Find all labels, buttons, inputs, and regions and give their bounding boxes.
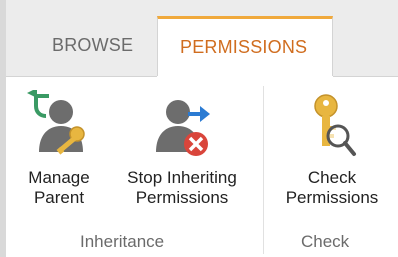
tab-permissions[interactable]: PERMISSIONS [157, 16, 333, 77]
check-permissions-button[interactable]: Check Permissions [272, 90, 392, 208]
manage-parent-button[interactable]: Manage Parent [14, 90, 104, 208]
manage-parent-label-line2: Parent [33, 188, 85, 207]
check-permissions-label-line1: Check [307, 168, 357, 187]
stop-inheriting-icon [156, 100, 210, 156]
check-permissions-icon [314, 94, 356, 156]
stop-inheriting-label-line1: Stop Inheriting [127, 168, 237, 187]
active-tab-gap [157, 76, 333, 77]
group-label-inheritance: Inheritance [80, 232, 165, 251]
stop-inheriting-label-line2: Permissions [135, 188, 229, 207]
stop-inheriting-permissions-button[interactable]: Stop Inheriting Permissions [108, 90, 256, 208]
group-separator [263, 86, 264, 254]
manage-parent-label-line1: Manage [28, 168, 90, 187]
tab-permissions-label: PERMISSIONS [180, 37, 308, 57]
check-permissions-label-line2: Permissions [285, 188, 379, 207]
manage-parent-icon [27, 90, 85, 155]
group-label-check: Check [301, 232, 350, 251]
tab-browse[interactable]: BROWSE [52, 35, 133, 56]
